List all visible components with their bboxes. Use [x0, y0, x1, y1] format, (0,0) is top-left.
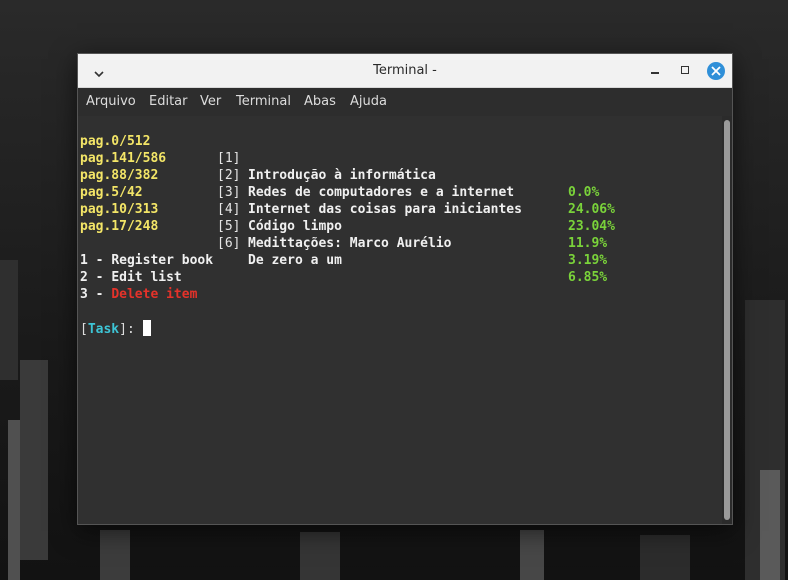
maximize-icon[interactable]	[678, 62, 694, 80]
book-row: pag.0/512 [1] Introdução à informática 0…	[80, 116, 599, 200]
book-title: Código limpo	[248, 219, 342, 234]
terminal-window: Terminal - Arquivo Editar Ver Terminal A…	[77, 53, 733, 525]
menu-editar[interactable]: Editar	[149, 94, 188, 109]
book-page: pag.17/248	[80, 219, 159, 234]
book-title: Medittações: Marco Aurélio	[248, 236, 452, 251]
menu-arquivo[interactable]: Arquivo	[86, 94, 136, 109]
close-icon[interactable]	[707, 62, 725, 80]
book-index: [2]	[217, 168, 241, 183]
menu-abas[interactable]: Abas	[304, 94, 336, 109]
window-title: Terminal -	[373, 63, 437, 78]
text-cursor	[142, 320, 151, 336]
book-index: [5]	[217, 219, 241, 234]
menu-terminal[interactable]: Terminal	[236, 94, 291, 109]
book-percent: 11.9%	[568, 236, 608, 251]
book-index: [6]	[217, 236, 241, 251]
book-row: pag.5/42 [4] Código limpo 11.9%	[80, 167, 607, 251]
book-percent: 23.04%	[568, 219, 615, 234]
book-row: pag.17/248 [6] De zero a um 6.85%	[80, 201, 607, 285]
option-prefix: 3 -	[80, 287, 112, 302]
book-index: [3]	[217, 185, 241, 200]
scrollbar[interactable]	[722, 116, 732, 524]
book-row: pag.141/586 [2] Redes de computadores e …	[80, 133, 615, 217]
book-title: De zero a um	[248, 253, 342, 268]
book-percent: 0.0%	[568, 185, 600, 200]
book-title: Introdução à informática	[248, 168, 436, 183]
option-label: Edit list	[111, 270, 182, 285]
terminal-output[interactable]: pag.0/512 [1] Introdução à informática 0…	[78, 116, 721, 524]
option-label: Register book	[111, 253, 214, 268]
title-bar[interactable]: Terminal -	[78, 54, 732, 88]
task-prompt[interactable]: [Task]:	[80, 320, 151, 337]
book-title: Internet das coisas para iniciantes	[248, 202, 522, 217]
option-prefix: 2 -	[80, 270, 112, 285]
book-row: pag.10/313 [5] Medittações: Marco Auréli…	[80, 184, 607, 268]
option-prefix: 1 -	[80, 253, 112, 268]
prompt-open: [	[80, 322, 88, 337]
book-percent: 3.19%	[568, 253, 608, 268]
menu-bar: Arquivo Editar Ver Terminal Abas Ajuda	[78, 88, 732, 116]
prompt-label: Task	[87, 322, 120, 337]
option-register-book: 1 - Register book	[80, 252, 213, 269]
menu-ver[interactable]: Ver	[200, 94, 221, 109]
book-row: pag.88/382 [3] Internet das coisas para …	[80, 150, 615, 234]
book-index: [4]	[217, 202, 241, 217]
menu-ajuda[interactable]: Ajuda	[350, 94, 387, 109]
option-delete-item: 3 - Delete item	[80, 286, 197, 303]
option-edit-list: 2 - Edit list	[80, 269, 182, 286]
minimize-icon[interactable]	[648, 62, 664, 80]
scrollbar-thumb[interactable]	[724, 120, 730, 520]
book-percent: 6.85%	[568, 270, 608, 285]
book-index: [1]	[217, 151, 241, 166]
book-title: Redes de computadores e a internet	[248, 185, 515, 200]
book-percent: 24.06%	[568, 202, 615, 217]
prompt-close: ]:	[119, 322, 143, 337]
option-label: Delete item	[111, 287, 198, 302]
